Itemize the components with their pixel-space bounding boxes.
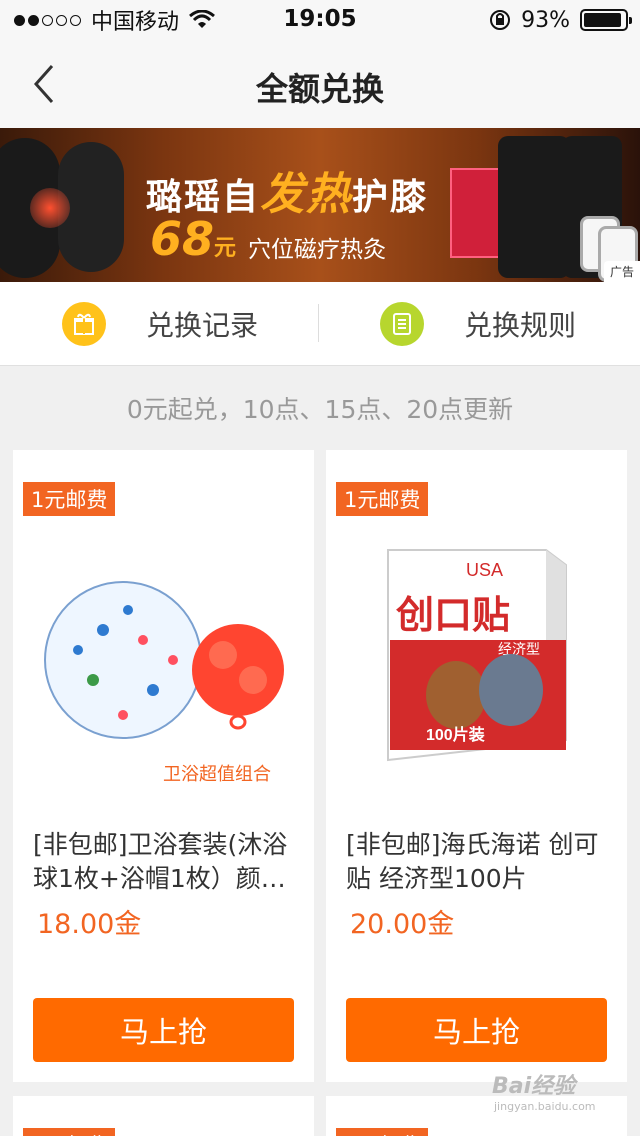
gift-icon [62, 302, 106, 346]
buy-now-button[interactable]: 马上抢 [346, 998, 607, 1062]
product-card[interactable]: 1元邮费 USA 创口贴 经济型 100片装 [非包邮]海氏海诺 创可贴 经济型… [326, 450, 627, 1082]
ad-label: 广告 [603, 261, 640, 282]
banner-headline-hot: 发热 [260, 169, 353, 220]
banner-subtitle: 穴位磁疗热灸 [248, 237, 386, 263]
product-name: [非包邮]卫浴套装(沐浴球1枚+浴帽1枚）颜… [33, 830, 288, 893]
shipping-tag: 1元邮费 [23, 482, 116, 516]
banner-headline-b: 护膝 [352, 177, 429, 218]
shipping-tag: 1元邮费 [23, 1128, 116, 1136]
exchange-rules-link[interactable]: 兑换规则 [380, 282, 576, 366]
quick-links: 兑换记录 兑换规则 [0, 282, 640, 366]
gift-box-image [450, 168, 502, 258]
product-card[interactable]: 1元邮费 [13, 1096, 314, 1136]
exchange-record-link[interactable]: 兑换记录 [62, 282, 258, 366]
banner-price: 68元 [150, 212, 236, 266]
buy-now-button[interactable]: 马上抢 [33, 998, 294, 1062]
knee-brace-image [498, 136, 570, 278]
product-name: [非包邮]海氏海诺 创可贴 经济型100片 [346, 830, 599, 893]
heat-glow [30, 188, 70, 228]
status-right: 93% [489, 0, 632, 40]
orientation-lock-icon [490, 10, 511, 30]
banner-price-unit: 元 [214, 236, 237, 261]
box-title-text: 创口贴 [396, 595, 510, 637]
page-title: 全额兑换 [255, 70, 384, 108]
box-brand-text: USA [466, 560, 503, 580]
baidu-watermark: Bai经验 jingyan.baidu.com [492, 1068, 596, 1113]
divider [318, 304, 319, 342]
battery-icon [580, 9, 632, 31]
box-sub-text: 经济型 [498, 641, 540, 657]
shipping-tag: 1元邮费 [336, 1128, 429, 1136]
product-price: 18.00金 [37, 909, 142, 940]
status-bar: 中国移动 19:05 93% [0, 0, 640, 40]
update-notice: 0元起兑，10点、15点、20点更新 [126, 395, 514, 424]
ad-banner[interactable]: 璐瑶自发热护膝 68元 穴位磁疗热灸 广告 [0, 128, 640, 282]
product-card[interactable]: 1元邮费 卫浴超值组合 [非包邮]卫浴套装(沐浴球1枚+浴帽1枚）颜… 18.0… [13, 450, 314, 1082]
product-image-caption: 卫浴超值组合 [163, 764, 271, 784]
box-count-text: 100片装 [426, 725, 485, 744]
banner-price-value: 68 [150, 212, 215, 266]
product-image: USA 创口贴 经济型 100片装 [387, 549, 567, 762]
product-image: 卫浴超值组合 [44, 581, 284, 784]
document-icon [380, 302, 424, 346]
exchange-record-label: 兑换记录 [146, 309, 259, 342]
battery-percent: 93% [521, 7, 570, 33]
shipping-tag: 1元邮费 [336, 482, 429, 516]
watermark-url: jingyan.baidu.com [494, 1100, 596, 1113]
exchange-rules-label: 兑换规则 [464, 309, 577, 342]
nav-bar: 全额兑换 [0, 40, 640, 128]
watermark-brand: Bai经验 [492, 1074, 576, 1099]
product-price: 20.00金 [350, 909, 455, 940]
